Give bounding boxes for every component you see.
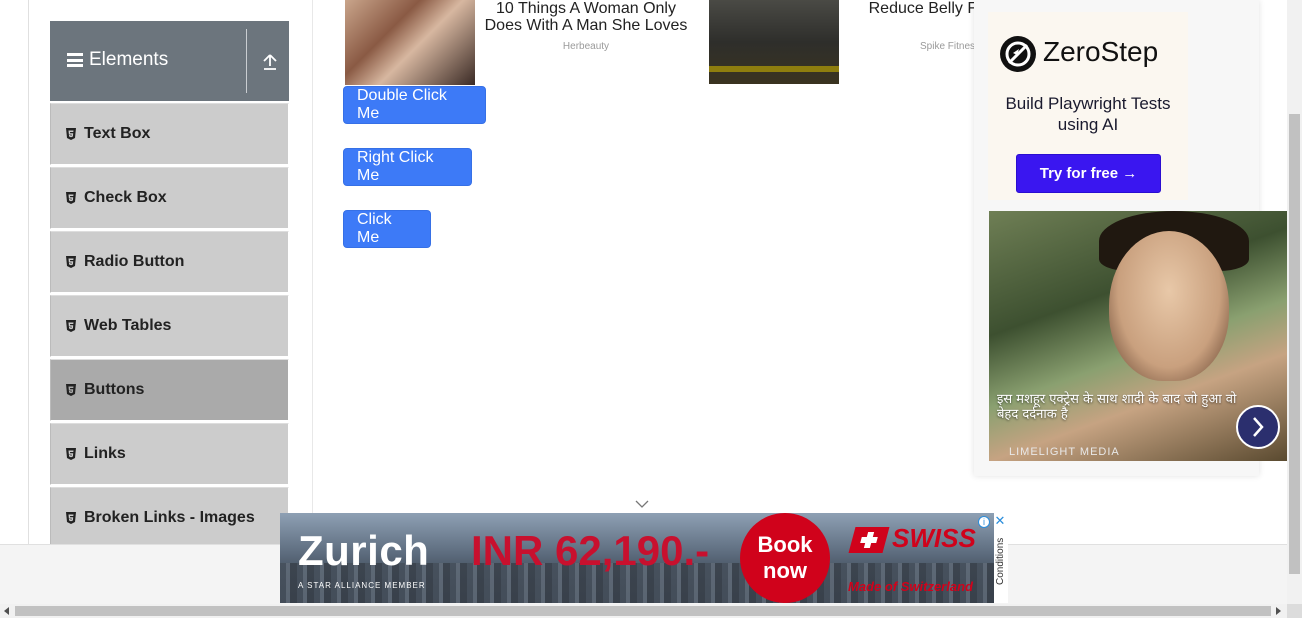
sidebar-item-label: Broken Links - Images [84, 509, 255, 526]
scrollbar-corner [1287, 604, 1302, 618]
sidebar-item-label: Text Box [84, 125, 151, 142]
elements-group-header[interactable]: Elements [50, 21, 289, 101]
sidebar-item-check-box[interactable]: Check Box [50, 167, 289, 229]
sidebar-item-radio-button[interactable]: Radio Button [50, 231, 289, 293]
ad-close-icon[interactable]: ✕ [994, 514, 1006, 528]
vertical-scrollbar[interactable] [1287, 0, 1302, 604]
sidebar-item-buttons[interactable]: Buttons [50, 359, 289, 421]
sidebar-item-label: Buttons [84, 381, 145, 398]
sidebar-item-label: Radio Button [84, 253, 185, 270]
html5-icon [66, 448, 76, 460]
page-edge-left [28, 0, 29, 544]
header-divider [246, 29, 247, 93]
horizontal-scrollbar[interactable] [0, 604, 1287, 618]
html5-icon [66, 384, 76, 396]
content-divider [312, 0, 313, 544]
sidebar-item-label: Links [84, 445, 126, 462]
group-title: Elements [89, 49, 169, 70]
browser-viewport: Elements Text Box Check Box Radio Button… [0, 0, 1302, 618]
double-click-button[interactable]: Double Click Me [343, 86, 486, 124]
vertical-scroll-thumb[interactable] [1289, 114, 1300, 574]
html5-icon [66, 128, 76, 140]
click-me-button[interactable]: Click Me [343, 210, 431, 248]
horizontal-scroll-thumb[interactable] [15, 606, 1271, 616]
ad-headline[interactable]: 10 Things A Woman Only Does With A Man S… [478, 0, 694, 34]
made-of-switzerland: Made of Switzerland [848, 579, 973, 594]
sidebar-item-text-box[interactable]: Text Box [50, 103, 289, 165]
star-alliance-label: A STAR ALLIANCE MEMBER [298, 581, 426, 590]
ad-source: Herbeauty [562, 41, 610, 52]
html5-icon [66, 256, 76, 268]
scroll-left-arrow-icon[interactable] [4, 607, 9, 615]
story-ad-caption[interactable]: इस मशहूर एक्ट्रेस के साथ शादी के बाद जो … [997, 392, 1247, 422]
html5-icon [66, 192, 76, 204]
sidebar-item-label: Web Tables [84, 317, 172, 334]
sidebar-item-broken-links[interactable]: Broken Links - Images [50, 487, 289, 549]
right-click-button[interactable]: Right Click Me [343, 148, 472, 186]
next-arrow-icon[interactable] [1236, 405, 1280, 449]
ad-info-icon[interactable]: i [978, 516, 990, 528]
zerostep-brand: ZeroStep [1043, 36, 1159, 67]
sidebar-nav: Elements Text Box Check Box Radio Button… [50, 21, 289, 549]
sidebar-item-links[interactable]: Links [50, 423, 289, 485]
collapse-arrow-icon[interactable] [262, 53, 278, 71]
banner-price: INR 62,190.- [471, 527, 710, 574]
html5-icon [66, 512, 76, 524]
try-for-free-button[interactable]: Try for free → [1016, 154, 1161, 193]
hamburger-icon [67, 53, 83, 67]
swiss-flag-icon [848, 527, 890, 553]
book-line2: now [763, 558, 807, 583]
book-now-button[interactable]: Book now [740, 513, 830, 603]
sidebar-item-web-tables[interactable]: Web Tables [50, 295, 289, 357]
story-ad-source: LIMELIGHT MEDIA [1009, 446, 1120, 458]
sidebar-item-label: Check Box [84, 189, 167, 206]
ad-image-fitness[interactable] [709, 0, 839, 84]
chevron-down-icon[interactable] [635, 496, 649, 508]
zerostep-logo-icon [1000, 36, 1036, 72]
html5-icon [66, 320, 76, 332]
zerostep-tagline: Build Playwright Tests using AI [1005, 94, 1171, 134]
swiss-logo-text: SWISS [892, 523, 976, 553]
banner-city: Zurich [298, 527, 430, 574]
ad-image-couple[interactable] [345, 0, 475, 85]
scroll-right-arrow-icon[interactable] [1276, 607, 1281, 615]
conditions-label: Conditions [995, 537, 1006, 585]
book-line1: Book [757, 532, 813, 557]
swiss-banner-ad[interactable]: Zurich INR 62,190.- A STAR ALLIANCE MEMB… [280, 513, 1008, 603]
